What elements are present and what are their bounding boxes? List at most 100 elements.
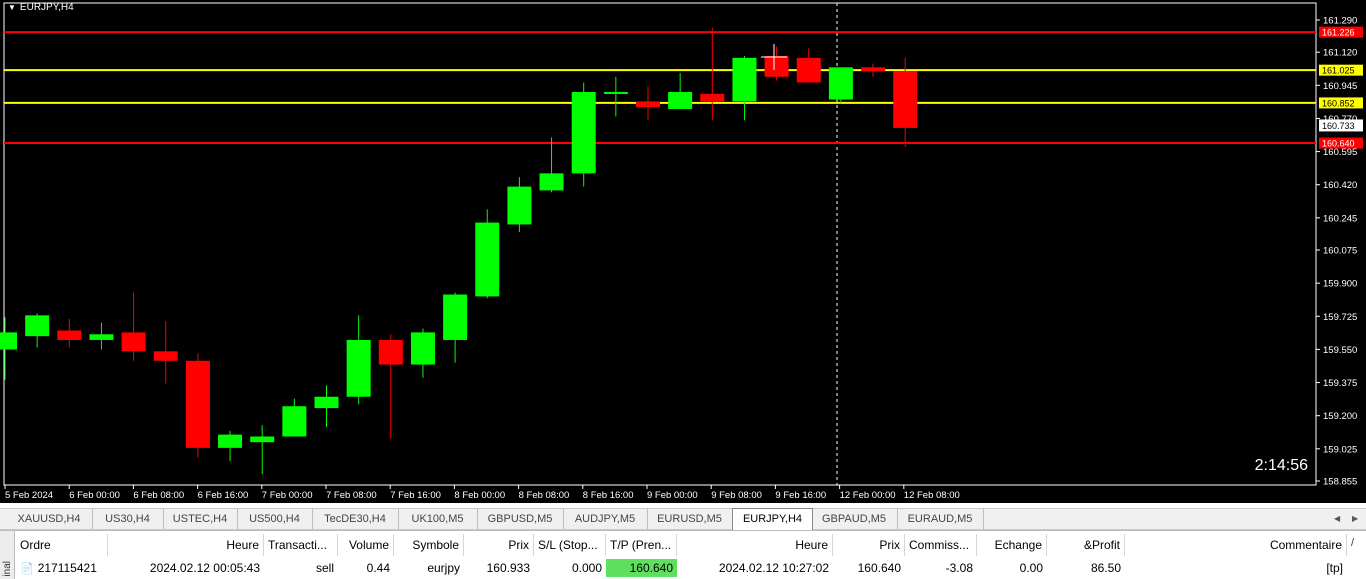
column-header[interactable]: Prix [833,534,905,556]
price-tick-label: 160.075 [1323,246,1357,257]
candle-body [475,222,500,297]
column-header[interactable]: Prix [464,534,534,556]
time-tick-label: 12 Feb 08:00 [904,490,960,501]
table-cell: 0.00 [1019,561,1043,575]
candle-body [732,57,757,102]
candle-body [250,436,275,443]
candle-body [314,396,339,409]
column-header[interactable]: Commiss... [905,534,977,556]
time-tick-label: 9 Feb 08:00 [711,490,762,501]
chart-tab[interactable]: USTEC,H4 [163,509,238,529]
candle-body [378,339,403,365]
dropdown-triangle-icon[interactable]: ▼ [8,3,16,12]
order-document-icon: 📄 [20,563,34,575]
table-cell: 0.44 [366,561,390,575]
price-tick-label: 158.855 [1323,477,1357,488]
table-cell: 160.933 [486,561,530,575]
candle-body [668,91,693,109]
candle-body [603,91,628,94]
table-cell: 0.000 [571,561,602,575]
price-chart[interactable]: 161.290161.120160.945160.770160.595160.4… [0,0,1366,503]
time-tick-label: 9 Feb 00:00 [647,490,698,501]
column-header[interactable]: &Profit [1047,534,1125,556]
price-tick-label: 160.945 [1323,81,1357,92]
candle-body [0,332,17,350]
price-tick-label: 159.375 [1323,378,1357,389]
time-tick-label: 8 Feb 00:00 [454,490,505,501]
column-header[interactable]: T/P (Pren... [606,534,677,556]
chart-tab[interactable]: US30,H4 [92,509,164,529]
time-tick-label: 7 Feb 00:00 [262,490,313,501]
price-tick-label: 159.200 [1323,411,1357,422]
table-cell: 160.640 [857,561,901,575]
order-id: 217115421 [37,561,97,575]
tabs-scroll-left-icon[interactable]: ◀ [1334,509,1340,529]
terminal-side-tab[interactable]: inal [0,531,15,579]
sort-indicator-icon: / [1351,537,1355,549]
level-price-label: 160.640 [1322,139,1355,149]
price-tick-label: 160.420 [1323,180,1357,191]
price-tick-label: 160.245 [1323,213,1357,224]
candle-body [89,334,114,340]
table-cell: -3.08 [945,561,973,575]
chart-area[interactable]: 161.290 161.120 160.945 160.770 160.595 160.4… [0,0,1366,503]
chart-tab[interactable]: EURUSD,M5 [647,509,733,529]
table-cell: 160.640 [606,559,677,577]
column-header[interactable]: Heure [108,534,264,556]
time-tick-label: 6 Feb 00:00 [69,490,120,501]
candle-body [121,332,146,352]
candle-body [507,186,532,225]
column-header[interactable]: Transacti... [264,534,338,556]
table-cell: sell [315,561,334,575]
column-header[interactable]: Ordre [16,534,108,556]
level-price-label: 161.025 [1322,66,1355,76]
time-tick-label: 7 Feb 08:00 [326,490,377,501]
column-header[interactable]: Heure [677,534,833,556]
chart-tab[interactable]: UK100,M5 [398,509,478,529]
chart-tab[interactable]: AUDJPY,M5 [563,509,648,529]
price-tick-label: 159.725 [1323,312,1357,323]
bar-countdown-timer: 2:14:56 [1254,457,1308,474]
candle-body [571,91,596,174]
price-tick-label: 159.025 [1323,444,1357,455]
terminal-panel: inal Ordre Heure Transacti... Volume Symbole… [0,530,1366,579]
chart-tab[interactable]: XAUUSD,H4 [6,509,93,529]
chart-tab[interactable]: EURAUD,M5 [897,509,984,529]
candle-body [828,67,853,100]
chart-tab[interactable]: TecDE30,H4 [312,509,399,529]
candle-body [218,434,243,448]
candle-body [282,406,307,437]
candle-body [410,332,435,365]
time-tick-label: 8 Feb 08:00 [519,490,570,501]
price-tick-label: 161.290 [1323,16,1357,27]
time-tick-label: 7 Feb 16:00 [390,490,441,501]
candle-body [700,93,725,102]
column-header[interactable]: Symbole [394,534,464,556]
column-header[interactable]: Echange [977,534,1047,556]
chart-symbol-title: ▼ EURJPY,H4 [8,2,74,13]
terminal-side-label: inal [2,561,13,577]
candle-body [861,67,886,72]
chart-tab[interactable]: GBPUSD,M5 [477,509,564,529]
candle-body [796,57,821,83]
price-tick-label: 159.550 [1323,345,1357,356]
table-cell: [tp] [1326,561,1343,575]
time-tick-label: 9 Feb 16:00 [775,490,826,501]
chart-tabs-bar: XAUUSD,H4 US30,H4 USTEC,H4 US500,H4 TecDE30,… [0,508,1366,530]
column-header[interactable]: S/L (Stop... [534,534,606,556]
symbol-label: EURJPY,H4 [19,2,74,13]
chart-tab[interactable]: GBPAUD,M5 [811,509,898,529]
chart-tab[interactable]: US500,H4 [237,509,313,529]
candle-body [764,55,789,77]
candle-body [893,71,918,128]
chart-tab[interactable]: EURJPY,H4 [732,508,813,530]
column-header[interactable]: Volume [338,534,394,556]
price-tick-label: 160.595 [1323,147,1357,158]
price-tick-label: 161.120 [1323,48,1357,59]
level-price-label: 160.852 [1322,98,1355,108]
tabs-scroll-right-icon[interactable]: ▶ [1352,509,1358,529]
time-tick-label: 12 Feb 00:00 [840,490,896,501]
candle-body [346,339,371,397]
column-header[interactable]: Commentaire [1125,534,1347,556]
time-tick-label: 5 Feb 2024 [5,490,53,501]
